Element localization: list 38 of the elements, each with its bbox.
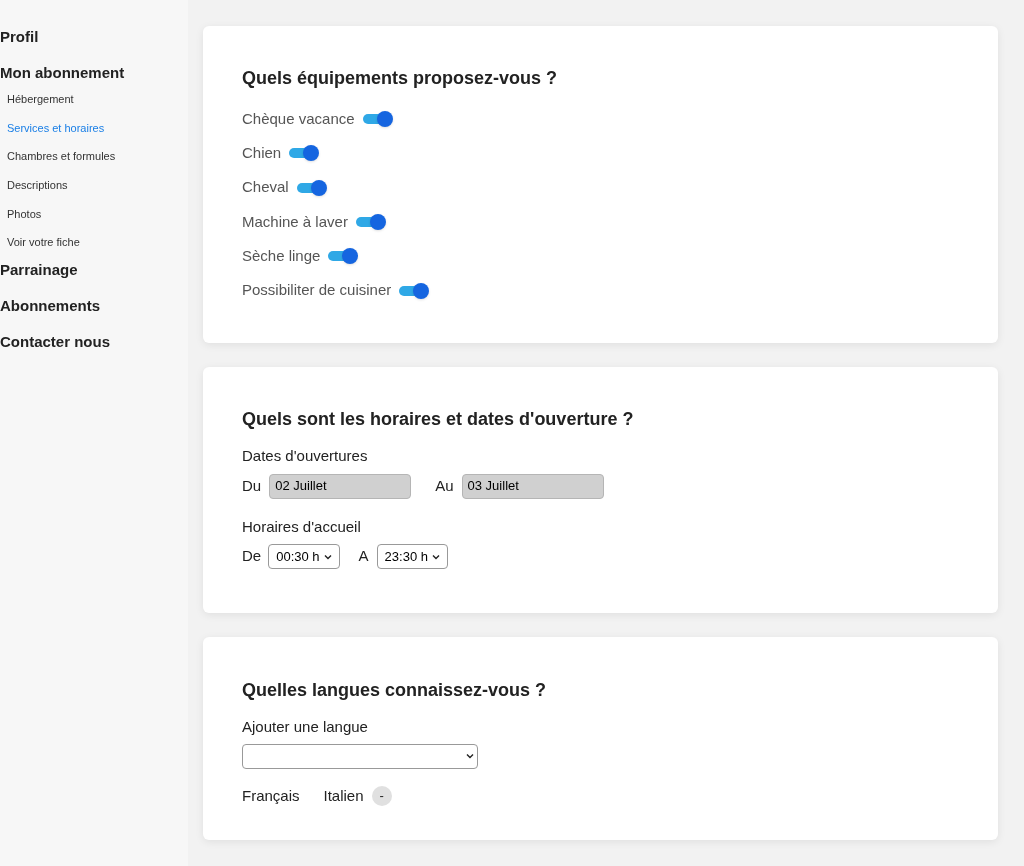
chevron-down-icon	[466, 753, 474, 759]
time-select[interactable]: 00:30 h	[268, 544, 340, 569]
section-title: Quels équipements proposez-vous ?	[242, 67, 559, 90]
sidebar-item[interactable]: Voir votre fiche	[0, 235, 188, 250]
sidebar-section-link[interactable]: Mon abonnement	[0, 64, 188, 82]
date-field[interactable]: 03 Juillet	[461, 473, 604, 499]
chevron-down-icon	[323, 553, 332, 560]
remove-button[interactable]: -	[371, 785, 392, 806]
field-label: Au	[435, 475, 454, 496]
field-label: Horaires d'accueil	[242, 516, 362, 537]
sidebar-section-link[interactable]: Contacter nous	[0, 333, 188, 352]
chevron-down-icon	[431, 553, 440, 560]
sidebar-item[interactable]: Descriptions	[0, 178, 188, 193]
sidebar-section-link[interactable]: Abonnements	[0, 297, 188, 316]
toggle-label: Chien	[242, 143, 282, 164]
language-name: Français	[242, 785, 300, 806]
section-title: Quelles langues connaissez-vous ?	[242, 679, 548, 702]
toggle-label: Possibiliter de cuisiner	[242, 280, 392, 301]
field-label: Ajouter une langue	[242, 717, 369, 737]
sidebar-item[interactable]: Chambres et formules	[0, 149, 188, 164]
sidebar-item[interactable]: Photos	[0, 206, 188, 221]
time-select[interactable]: 23:30 h	[376, 544, 448, 569]
date-field[interactable]: 02 Juillet	[269, 473, 412, 499]
field-label: Du	[242, 475, 262, 496]
sidebar-section-link[interactable]: Parrainage	[0, 261, 188, 280]
field-label: De	[242, 546, 262, 567]
sidebar-item[interactable]: Services et horaires	[0, 120, 188, 135]
language-name: Italien	[323, 785, 364, 806]
toggle-label: Machine à laver	[242, 211, 348, 232]
toggle-label: Cheval	[242, 177, 289, 198]
sidebar-section-link[interactable]: Profil	[0, 28, 188, 46]
toggle-label: Sèche linge	[242, 246, 321, 267]
section-title: Quels sont les horaires et dates d'ouverture ?	[242, 408, 635, 431]
field-label: Dates d'ouvertures	[242, 446, 369, 466]
language-select[interactable]	[242, 743, 478, 769]
field-label: A	[358, 546, 369, 567]
toggle-label: Chèque vacance	[242, 108, 355, 129]
sidebar-item[interactable]: Hébergement	[0, 92, 188, 106]
